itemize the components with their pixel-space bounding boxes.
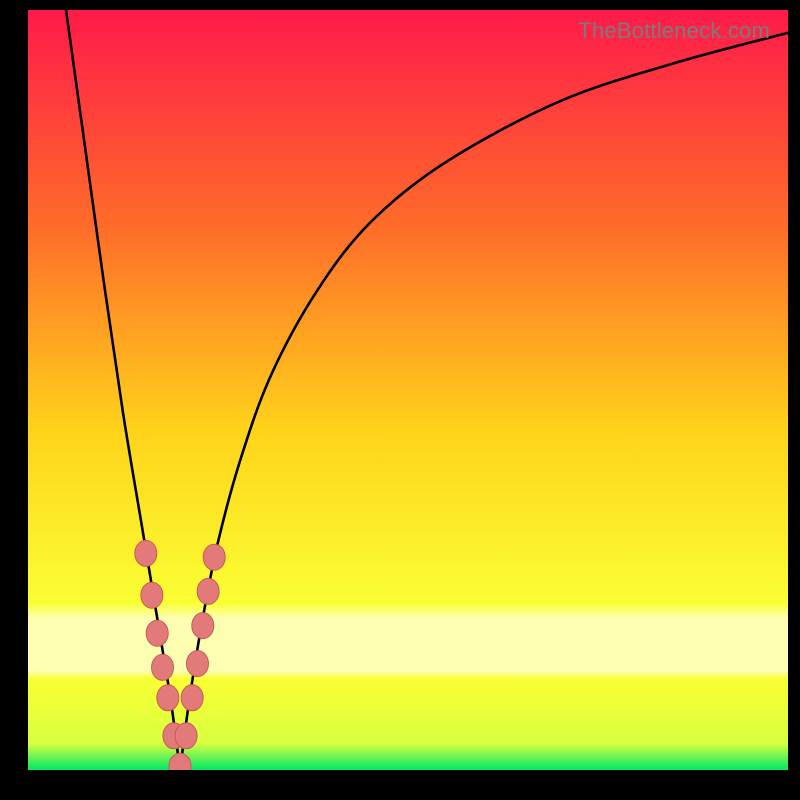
marker-dot — [169, 753, 191, 770]
bottleneck-curve — [66, 10, 788, 770]
marker-dot — [192, 613, 214, 639]
marker-dot — [146, 620, 168, 646]
plot-area: TheBottleneck.com — [28, 10, 788, 770]
marker-dot — [175, 723, 197, 749]
outer-frame: TheBottleneck.com — [0, 0, 800, 800]
watermark-text: TheBottleneck.com — [578, 18, 770, 44]
marker-dot — [197, 578, 219, 604]
marker-dot — [135, 540, 157, 566]
marker-dot — [141, 582, 163, 608]
marker-dot — [181, 685, 203, 711]
marker-dot — [203, 544, 225, 570]
marker-dot — [186, 651, 208, 677]
marker-dot — [152, 654, 174, 680]
chart-svg — [28, 10, 788, 770]
marker-dot — [157, 685, 179, 711]
